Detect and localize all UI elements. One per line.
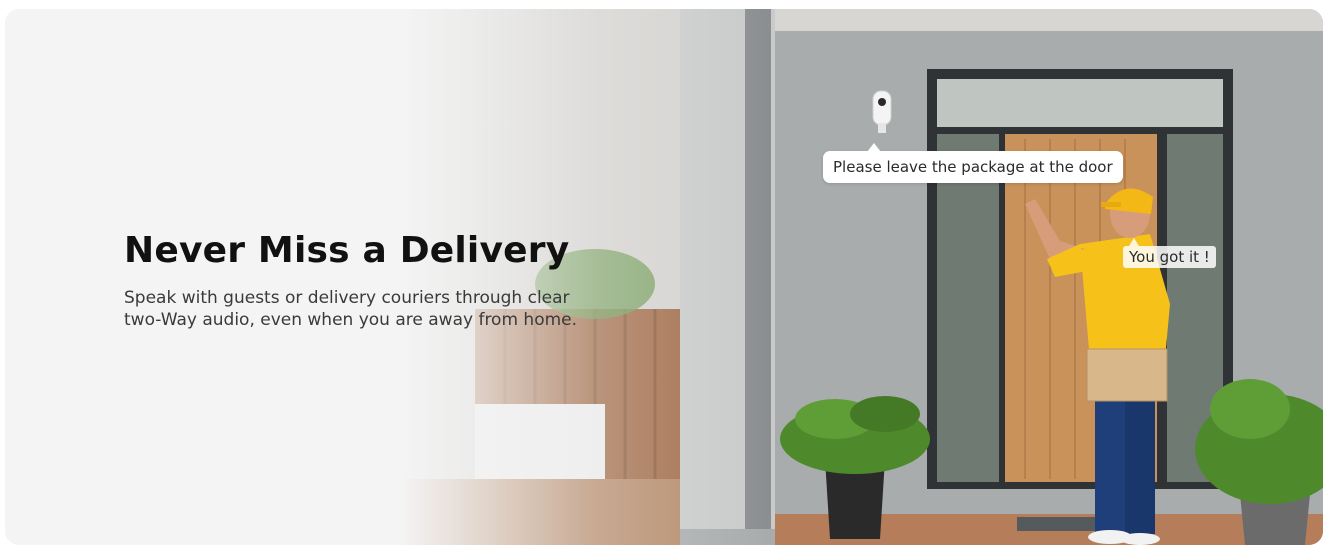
transom-glass	[937, 79, 1223, 127]
courier-leg-right	[1125, 384, 1155, 534]
door-mat	[1017, 517, 1107, 531]
camera-speech-bubble: Please leave the package at the door	[823, 143, 1123, 183]
hero-banner: Never Miss a Delivery Speak with guests …	[5, 9, 1323, 545]
cap-brim	[1101, 202, 1121, 207]
package-box	[1086, 348, 1168, 402]
hero-copy: Never Miss a Delivery Speak with guests …	[124, 229, 644, 331]
courier-shoe-right	[1120, 533, 1160, 545]
left-sidelight	[937, 134, 999, 482]
courier-speech-bubble: You got it !	[1123, 238, 1216, 268]
courier-leg-left	[1095, 384, 1125, 534]
hero-headline: Never Miss a Delivery	[124, 230, 570, 271]
hero-subtext: Speak with guests or delivery couriers t…	[124, 288, 578, 330]
porch-ceiling	[775, 9, 1323, 31]
